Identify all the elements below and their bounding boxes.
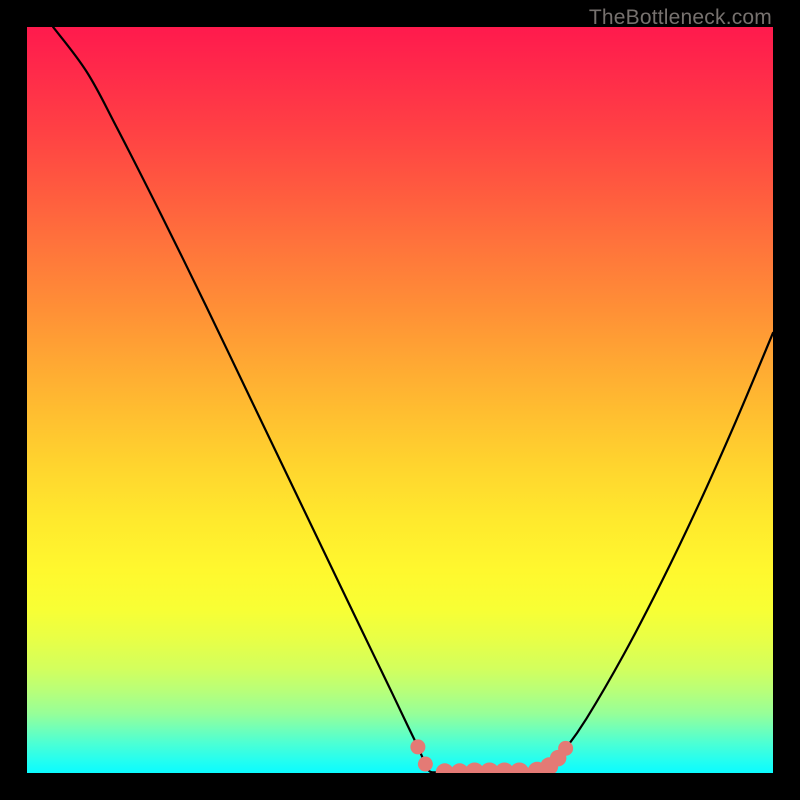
highlight-dot (418, 757, 433, 772)
chart-svg (27, 27, 773, 773)
highlight-dot (410, 739, 425, 754)
watermark-text: TheBottleneck.com (589, 6, 772, 30)
highlight-dot (558, 741, 573, 756)
chart-plot-area (27, 27, 773, 773)
curve-right-curve (437, 333, 773, 773)
curve-left-curve (53, 27, 437, 772)
highlight-dot (510, 763, 530, 773)
